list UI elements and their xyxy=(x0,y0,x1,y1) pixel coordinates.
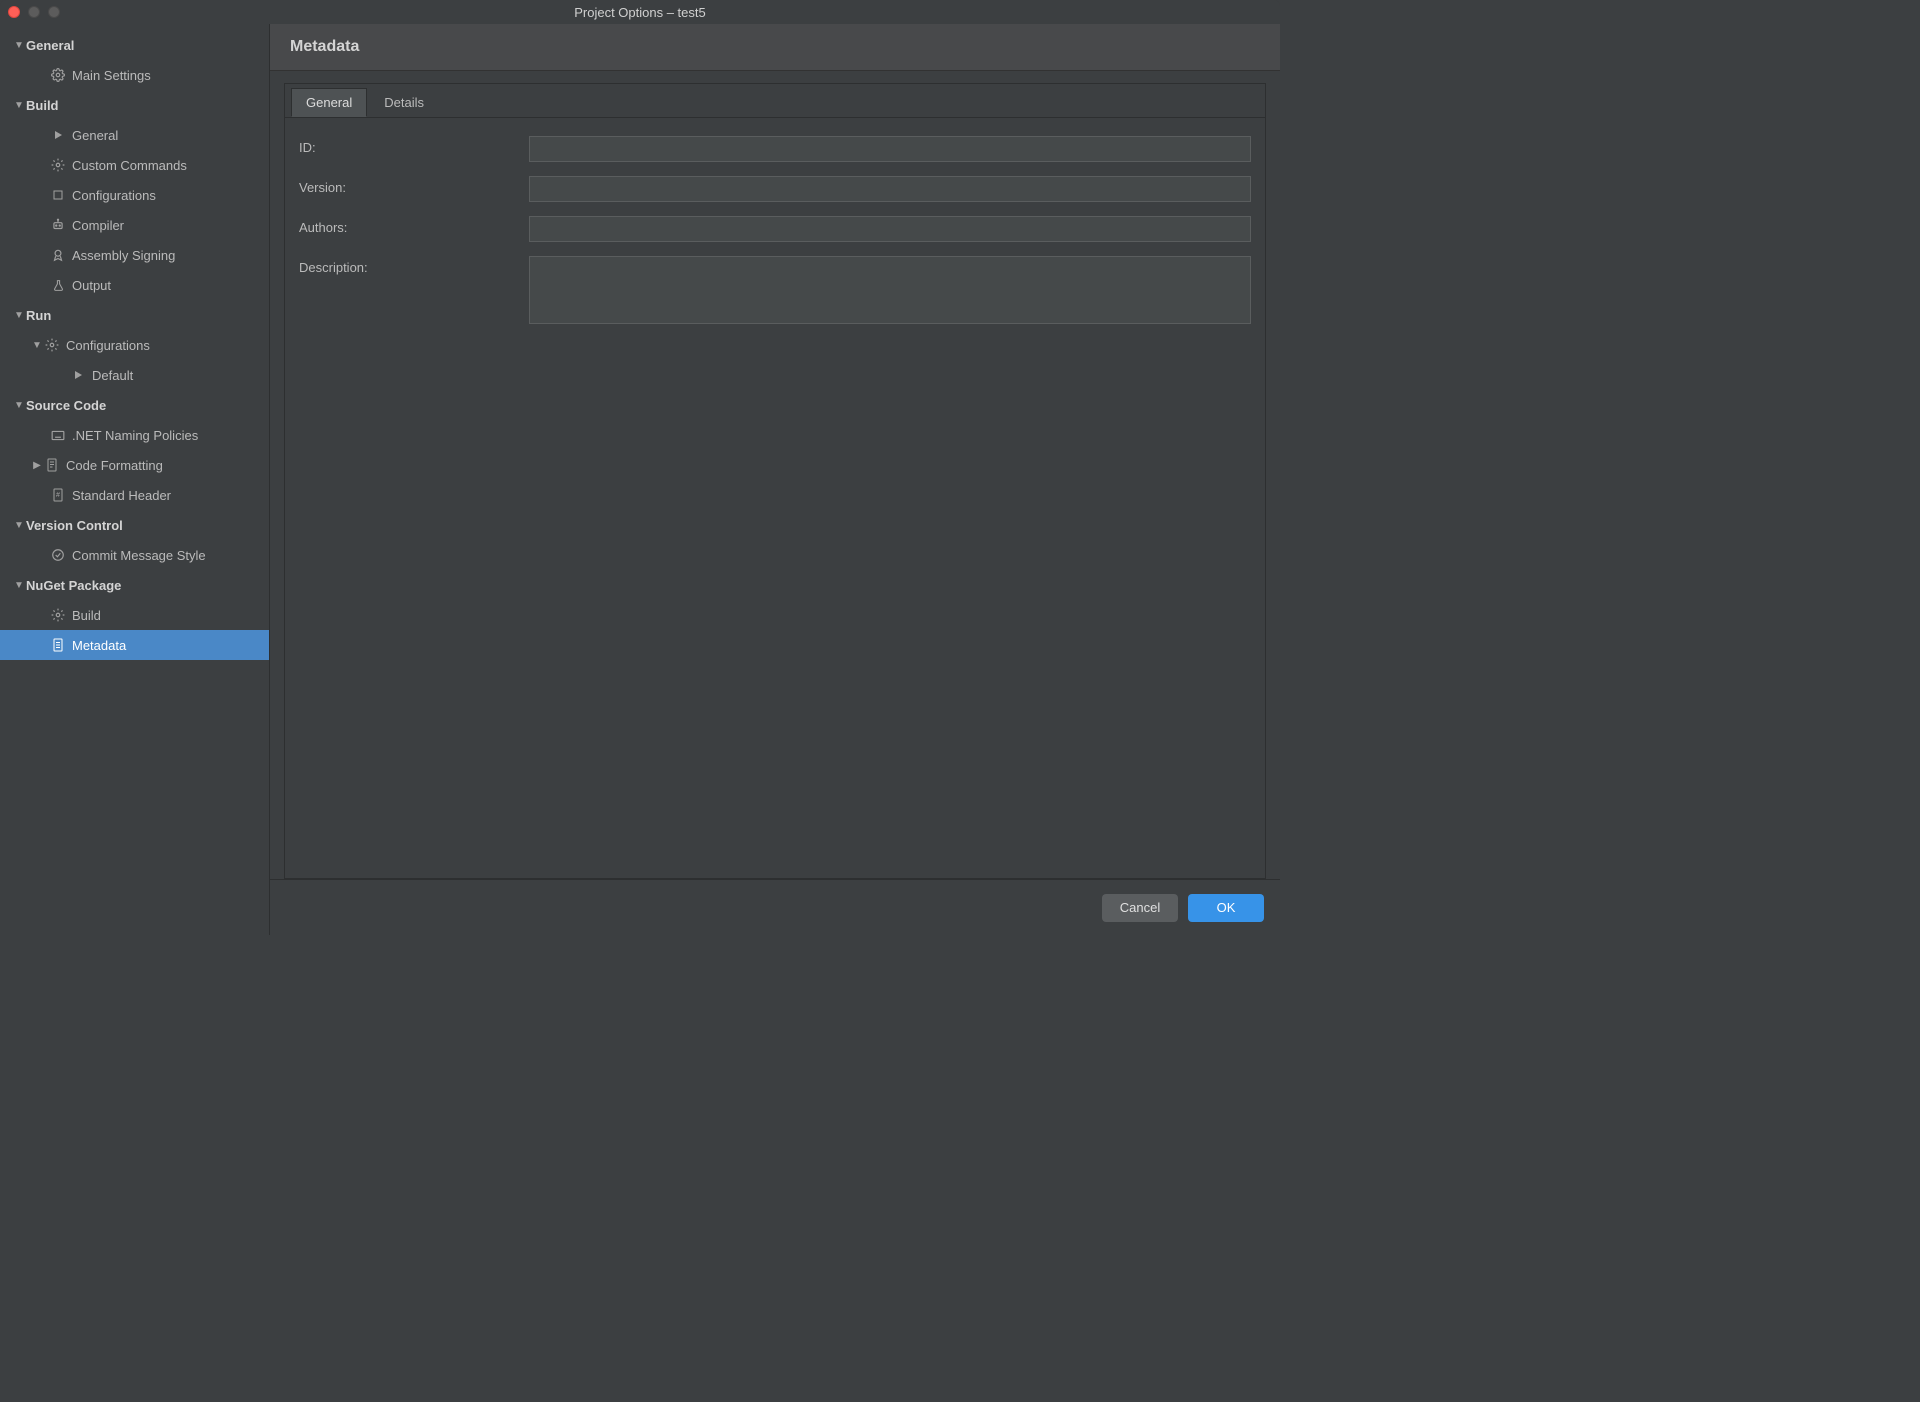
chevron-down-icon: ▼ xyxy=(12,40,26,51)
ok-button[interactable]: OK xyxy=(1188,894,1264,922)
tab-details[interactable]: Details xyxy=(369,88,439,117)
sidebar-item-label: Build xyxy=(72,608,101,623)
sidebar-section-source-code[interactable]: ▼ Source Code xyxy=(0,390,269,420)
square-icon xyxy=(50,187,66,203)
window-title: Project Options – test5 xyxy=(0,5,1280,20)
authors-label: Authors: xyxy=(299,216,519,235)
content-panel: General Details ID: Version: Authors: xyxy=(284,83,1266,879)
sidebar-item-label: Output xyxy=(72,278,111,293)
sidebar-section-version-control[interactable]: ▼ Version Control xyxy=(0,510,269,540)
flask-icon xyxy=(50,277,66,293)
section-label: Source Code xyxy=(26,398,106,413)
id-input[interactable] xyxy=(529,136,1251,162)
check-circle-icon xyxy=(50,547,66,563)
sidebar-item-label: Standard Header xyxy=(72,488,171,503)
sidebar-item-code-formatting[interactable]: ▶ Code Formatting xyxy=(0,450,269,480)
sidebar-item-commit-message-style[interactable]: Commit Message Style xyxy=(0,540,269,570)
button-label: OK xyxy=(1217,900,1236,915)
section-label: Build xyxy=(26,98,59,113)
sidebar-item-main-settings[interactable]: Main Settings xyxy=(0,60,269,90)
cancel-button[interactable]: Cancel xyxy=(1102,894,1178,922)
description-input[interactable] xyxy=(529,256,1251,324)
chevron-down-icon: ▼ xyxy=(12,400,26,411)
sidebar-section-nuget-package[interactable]: ▼ NuGet Package xyxy=(0,570,269,600)
robot-icon xyxy=(50,217,66,233)
chevron-down-icon: ▼ xyxy=(12,100,26,111)
doc-icon xyxy=(44,457,60,473)
window-minimize-button[interactable] xyxy=(28,6,40,18)
authors-input[interactable] xyxy=(529,216,1251,242)
button-label: Cancel xyxy=(1120,900,1160,915)
badge-icon xyxy=(50,247,66,263)
sidebar-section-general[interactable]: ▼ General xyxy=(0,30,269,60)
gear-icon xyxy=(50,67,66,83)
tab-label: Details xyxy=(384,95,424,110)
sidebar-item-label: Metadata xyxy=(72,638,126,653)
titlebar: Project Options – test5 xyxy=(0,0,1280,24)
gear-icon xyxy=(50,607,66,623)
sidebar-item-label: Configurations xyxy=(72,188,156,203)
sidebar-item-nuget-metadata[interactable]: Metadata xyxy=(0,630,269,660)
main-panel: Metadata General Details ID: Ve xyxy=(270,24,1280,935)
section-label: General xyxy=(26,38,74,53)
page-title: Metadata xyxy=(270,24,1280,71)
sidebar: ▼ General Main Settings ▼ Build General xyxy=(0,24,270,935)
sidebar-item-build-general[interactable]: General xyxy=(0,120,269,150)
window-zoom-button[interactable] xyxy=(48,6,60,18)
sidebar-item-custom-commands[interactable]: Custom Commands xyxy=(0,150,269,180)
gear-icon xyxy=(50,157,66,173)
id-label: ID: xyxy=(299,136,519,155)
sidebar-item-configurations[interactable]: Configurations xyxy=(0,180,269,210)
chevron-down-icon: ▼ xyxy=(12,580,26,591)
play-icon xyxy=(50,127,66,143)
sidebar-item-standard-header[interactable]: # Standard Header xyxy=(0,480,269,510)
sidebar-section-build[interactable]: ▼ Build xyxy=(0,90,269,120)
version-input[interactable] xyxy=(529,176,1251,202)
sidebar-item-assembly-signing[interactable]: Assembly Signing xyxy=(0,240,269,270)
sidebar-item-nuget-build[interactable]: Build xyxy=(0,600,269,630)
sidebar-item-label: .NET Naming Policies xyxy=(72,428,198,443)
gear-icon xyxy=(44,337,60,353)
sidebar-section-run[interactable]: ▼ Run xyxy=(0,300,269,330)
tab-label: General xyxy=(306,95,352,110)
sidebar-item-label: Configurations xyxy=(66,338,150,353)
keyboard-icon xyxy=(50,427,66,443)
chevron-down-icon: ▼ xyxy=(12,520,26,531)
project-options-window: Project Options – test5 ▼ General Main S… xyxy=(0,0,1280,935)
section-label: Run xyxy=(26,308,51,323)
hash-icon: # xyxy=(50,487,66,503)
window-controls xyxy=(8,6,60,18)
window-close-button[interactable] xyxy=(8,6,20,18)
sidebar-item-run-configurations[interactable]: ▼ Configurations xyxy=(0,330,269,360)
sidebar-item-run-default[interactable]: Default xyxy=(0,360,269,390)
chevron-down-icon: ▼ xyxy=(30,340,44,351)
sidebar-item-label: General xyxy=(72,128,118,143)
description-label: Description: xyxy=(299,256,519,275)
svg-text:#: # xyxy=(56,492,60,499)
sidebar-item-compiler[interactable]: Compiler xyxy=(0,210,269,240)
section-label: Version Control xyxy=(26,518,123,533)
page-icon xyxy=(50,637,66,653)
section-label: NuGet Package xyxy=(26,578,121,593)
tab-general[interactable]: General xyxy=(291,88,367,117)
tab-bar: General Details xyxy=(285,84,1265,118)
sidebar-item-output[interactable]: Output xyxy=(0,270,269,300)
sidebar-item-label: Main Settings xyxy=(72,68,151,83)
sidebar-item-label: Assembly Signing xyxy=(72,248,175,263)
sidebar-item-label: Compiler xyxy=(72,218,124,233)
sidebar-item-label: Custom Commands xyxy=(72,158,187,173)
sidebar-item-label: Code Formatting xyxy=(66,458,163,473)
play-icon xyxy=(70,367,86,383)
version-label: Version: xyxy=(299,176,519,195)
sidebar-item-naming-policies[interactable]: .NET Naming Policies xyxy=(0,420,269,450)
sidebar-item-label: Default xyxy=(92,368,133,383)
chevron-down-icon: ▼ xyxy=(12,310,26,321)
chevron-right-icon: ▶ xyxy=(30,460,44,471)
sidebar-item-label: Commit Message Style xyxy=(72,548,206,563)
dialog-footer: Cancel OK xyxy=(270,879,1280,935)
metadata-form: ID: Version: Authors: Description: xyxy=(285,118,1265,342)
